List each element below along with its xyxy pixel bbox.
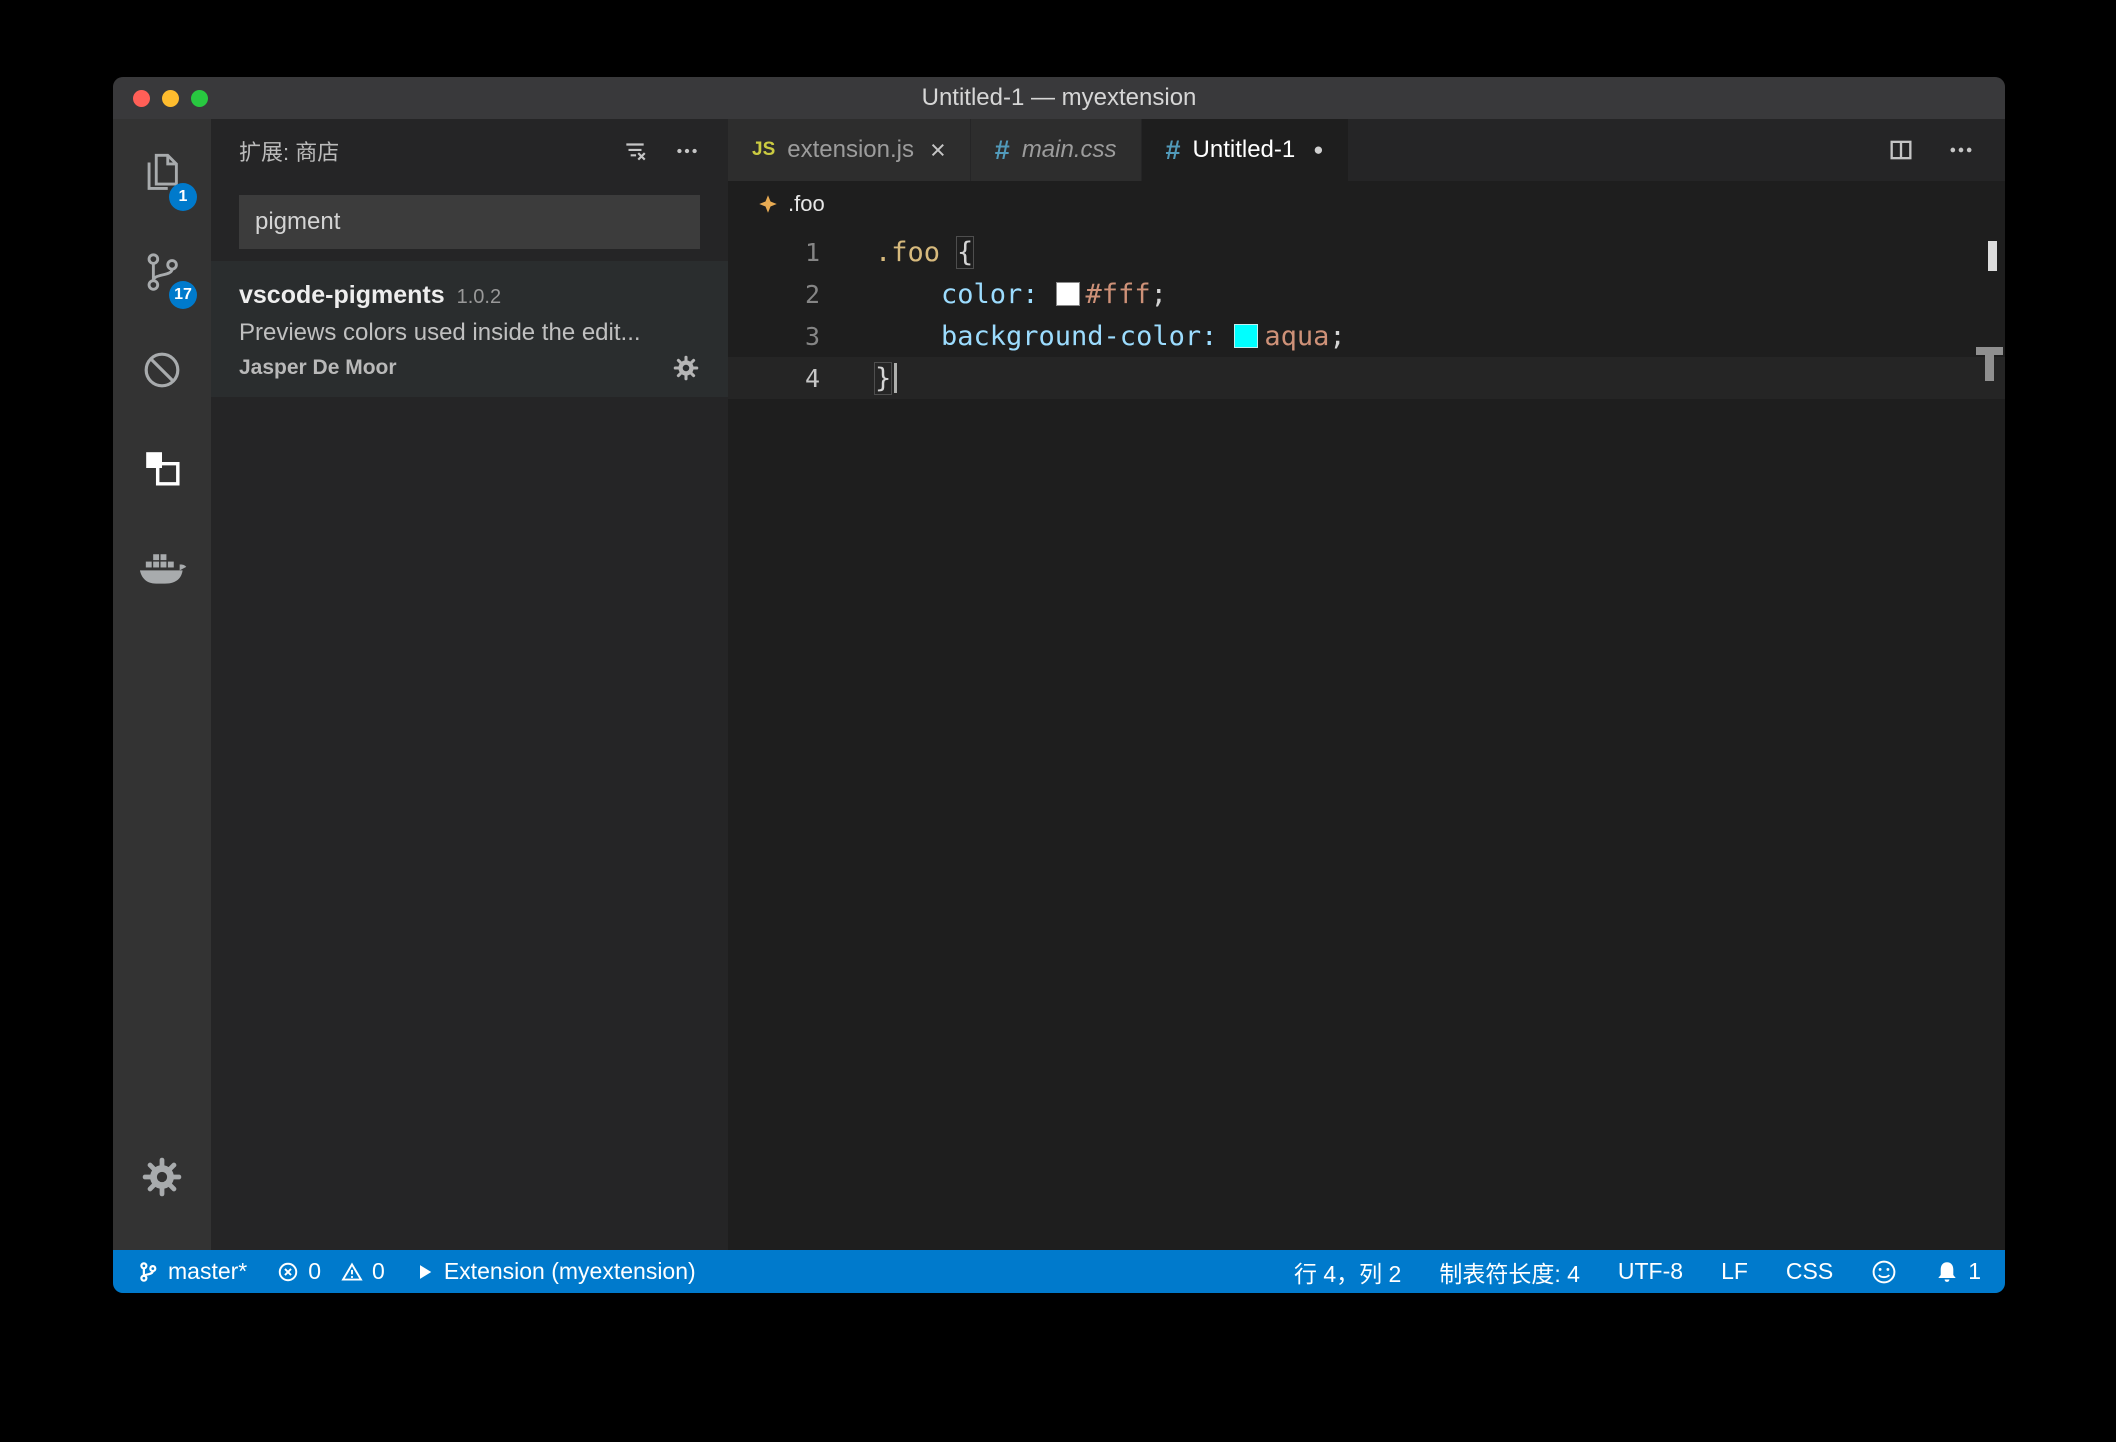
extension-settings-gear-icon[interactable] bbox=[672, 354, 700, 382]
editor-actions bbox=[1857, 119, 2005, 181]
scm-badge: 17 bbox=[169, 281, 197, 309]
clear-extension-search-icon[interactable] bbox=[622, 138, 648, 164]
extension-search-box bbox=[239, 195, 700, 249]
text-cursor bbox=[894, 363, 897, 393]
css-file-icon: # bbox=[995, 135, 1010, 166]
code-line-4: 4 } bbox=[728, 357, 2005, 399]
traffic-lights bbox=[133, 77, 208, 119]
dirty-dot-icon: ● bbox=[1313, 140, 1323, 160]
line-number: 2 bbox=[728, 280, 820, 309]
overview-ruler-mark bbox=[1976, 347, 2003, 355]
activity-docker-button[interactable] bbox=[113, 517, 211, 615]
css-value-token: aqua bbox=[1264, 321, 1329, 352]
play-icon bbox=[415, 1262, 435, 1282]
js-file-icon: JS bbox=[752, 139, 775, 161]
code-line-2: 2 color: #fff ; bbox=[728, 273, 2005, 315]
extension-search-input[interactable] bbox=[239, 195, 700, 249]
activity-debug-button[interactable] bbox=[113, 321, 211, 419]
css-value-token: #fff bbox=[1086, 279, 1151, 310]
extension-author: Jasper De Moor bbox=[239, 351, 397, 385]
extension-name: vscode-pigments bbox=[239, 277, 445, 313]
problems-status[interactable]: 0 0 bbox=[277, 1258, 385, 1285]
git-branch-status[interactable]: master* bbox=[137, 1258, 247, 1285]
line-number: 3 bbox=[728, 322, 820, 351]
tab-bar-empty-space bbox=[1349, 119, 1857, 181]
warning-icon bbox=[341, 1261, 363, 1283]
language-mode-status[interactable]: CSS bbox=[1786, 1258, 1833, 1285]
split-editor-icon[interactable] bbox=[1887, 136, 1915, 164]
notification-count: 1 bbox=[1968, 1258, 1981, 1285]
activity-explorer-button[interactable]: 1 bbox=[113, 125, 211, 223]
tab-extension-js[interactable]: JS extension.js × bbox=[728, 119, 970, 181]
debug-icon bbox=[139, 347, 185, 393]
extension-version: 1.0.2 bbox=[457, 279, 501, 315]
css-selector-token: .foo bbox=[875, 237, 940, 268]
close-brace-token: } bbox=[875, 363, 891, 394]
tab-untitled-1[interactable]: # Untitled-1 ● bbox=[1142, 119, 1348, 181]
css-property-token: color: bbox=[941, 279, 1039, 310]
activity-source-control-button[interactable]: 17 bbox=[113, 223, 211, 321]
sidebar-more-actions-icon[interactable] bbox=[674, 138, 700, 164]
zoom-window-button[interactable] bbox=[191, 90, 208, 107]
css-file-icon: # bbox=[1166, 135, 1181, 166]
sidebar-extensions-panel: 扩展: 商店 bbox=[211, 119, 728, 1250]
editor-code-area[interactable]: 1 .foo { 2 color: #fff ; bbox=[728, 227, 2005, 1250]
status-bar: master* 0 bbox=[113, 1250, 2005, 1293]
minimize-window-button[interactable] bbox=[162, 90, 179, 107]
window-titlebar: Untitled-1 — myextension bbox=[113, 77, 2005, 119]
editor-more-actions-icon[interactable] bbox=[1947, 136, 1975, 164]
activity-bar: 1 17 bbox=[113, 119, 211, 1250]
git-branch-icon bbox=[137, 1261, 159, 1283]
semicolon-token: ; bbox=[1151, 279, 1167, 310]
line-number: 1 bbox=[728, 238, 820, 267]
workbench: 1 17 bbox=[113, 119, 2005, 1250]
feedback-smiley-icon[interactable] bbox=[1871, 1259, 1897, 1285]
warning-count: 0 bbox=[372, 1258, 385, 1285]
indentation-status[interactable]: 制表符长度: 4 bbox=[1439, 1255, 1580, 1289]
activity-extensions-button[interactable] bbox=[113, 419, 211, 517]
notifications-bell[interactable]: 1 bbox=[1935, 1258, 1981, 1285]
code-line-1: 1 .foo { bbox=[728, 231, 2005, 273]
color-swatch-white bbox=[1056, 282, 1080, 306]
breadcrumbs[interactable]: .foo bbox=[728, 181, 2005, 227]
symbol-class-icon bbox=[758, 194, 778, 214]
extension-list-item[interactable]: vscode-pigments 1.0.2 Previews colors us… bbox=[211, 261, 728, 397]
cursor-position-status[interactable]: 行 4，列 2 bbox=[1294, 1255, 1401, 1289]
tab-main-css[interactable]: # main.css bbox=[971, 119, 1141, 181]
editor-area: JS extension.js × # main.css # Untitled-… bbox=[728, 119, 2005, 1250]
editor-tab-bar: JS extension.js × # main.css # Untitled-… bbox=[728, 119, 2005, 181]
open-brace-token: { bbox=[957, 237, 973, 268]
sidebar-header: 扩展: 商店 bbox=[211, 119, 728, 183]
vscode-window: Untitled-1 — myextension 1 bbox=[113, 77, 2005, 1293]
code-line-3: 3 background-color: aqua ; bbox=[728, 315, 2005, 357]
error-icon bbox=[277, 1261, 299, 1283]
explorer-badge: 1 bbox=[169, 183, 197, 211]
error-count: 0 bbox=[308, 1258, 321, 1285]
color-swatch-aqua bbox=[1234, 324, 1258, 348]
sidebar-title: 扩展: 商店 bbox=[239, 135, 622, 167]
window-title: Untitled-1 — myextension bbox=[922, 84, 1197, 112]
encoding-status[interactable]: UTF-8 bbox=[1618, 1258, 1683, 1285]
overview-ruler-cursor-mark bbox=[1988, 241, 1997, 271]
running-task-status[interactable]: Extension (myextension) bbox=[415, 1258, 696, 1285]
close-window-button[interactable] bbox=[133, 90, 150, 107]
css-property-token: background-color: bbox=[941, 321, 1217, 352]
breadcrumb-symbol: .foo bbox=[788, 191, 825, 217]
eol-status[interactable]: LF bbox=[1721, 1258, 1748, 1285]
bell-icon bbox=[1935, 1260, 1959, 1284]
close-tab-icon[interactable]: × bbox=[930, 137, 946, 164]
gear-icon bbox=[140, 1155, 184, 1199]
extensions-icon bbox=[139, 445, 185, 491]
desktop-background: Untitled-1 — myextension 1 bbox=[0, 0, 2116, 1442]
line-number: 4 bbox=[728, 364, 820, 393]
semicolon-token: ; bbox=[1329, 321, 1345, 352]
activity-settings-button[interactable] bbox=[113, 1128, 211, 1226]
overview-ruler-mark bbox=[1985, 355, 1994, 381]
extension-description: Previews colors used inside the edit... bbox=[239, 315, 700, 351]
docker-icon bbox=[137, 545, 187, 587]
